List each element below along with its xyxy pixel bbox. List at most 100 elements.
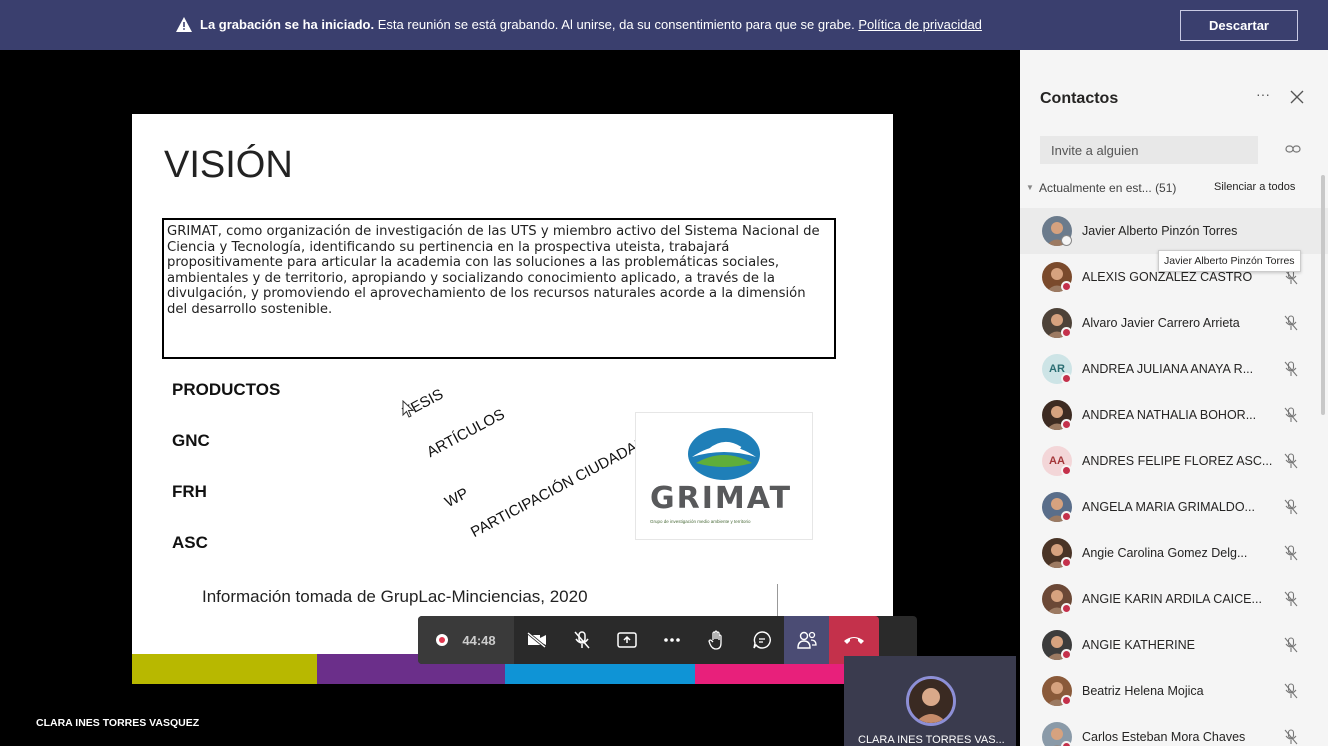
vision-line: propositivamente para articular la acade… [167,255,780,270]
participant-row[interactable]: Alvaro Javier Carrero Arrieta [1020,300,1328,346]
vision-line: ambientales y de territorio, apropiando … [167,270,775,286]
timer-text: 44:48 [462,632,496,648]
label-frh: FRH [172,482,207,501]
rotated-articulos: ARTÍCULOS [424,405,508,461]
share-button[interactable] [604,616,649,664]
participant-name: Beatriz Helena Mojica [1082,684,1204,698]
panel-more-button[interactable]: ··· [1256,86,1276,106]
link-icon[interactable] [1285,142,1301,156]
vision-line: del desarrollo sostenible. [167,301,333,317]
participant-name: ANGIE KATHERINE [1082,638,1195,652]
label-productos: PRODUCTOS [172,380,281,399]
status-badge [1061,695,1072,706]
raise-hand-icon [707,630,722,650]
participant-name: Javier Alberto Pinzón Torres [1082,224,1238,238]
logo-word: GRIMAT [650,481,793,516]
mic-off-icon [1284,729,1298,745]
status-badge [1061,511,1072,522]
mute-all-button[interactable]: Silenciar a todos [1214,181,1295,195]
participant-row[interactable]: Angie Carolina Gomez Delg... [1020,530,1328,576]
participant-name: ANDREA JULIANA ANAYA R... [1082,362,1254,376]
participant-name: Angie Carolina Gomez Delg... [1082,546,1248,560]
raise-hand-button[interactable] [694,616,739,664]
panel-title: Contactos [1040,90,1119,107]
share-screen-icon [616,632,637,648]
status-badge [1061,419,1072,430]
more-actions-button[interactable] [649,616,694,664]
vision-text-box: GRIMAT, como organización de investigaci… [162,218,836,359]
meeting-stage: VISIÓN GRIMAT, como organización de inve… [0,50,1020,746]
participant-row[interactable]: ANGIE KARIN ARDILA CAICE... [1020,576,1328,622]
slide-source: Información tomada de GrupLac-Minciencia… [202,587,588,606]
teams-meeting-window: La grabación se ha iniciado. Esta reunió… [0,0,1328,746]
footer-bar-yellow [132,654,317,684]
mic-off-icon [1284,683,1298,699]
status-badge [1061,465,1072,476]
participant-row[interactable]: AA ANDRES FELIPE FLOREZ ASC... [1020,438,1328,484]
self-avatar [906,676,956,726]
vision-line: Ciencia y Tecnología, identificando su p… [167,239,730,255]
dismiss-button[interactable]: Descartar [1180,10,1298,41]
grimat-logo: GRIMAT Grupo de investigación medio ambi… [635,412,813,540]
participant-row[interactable]: ANGELA MARIA GRIMALDO... [1020,484,1328,530]
panel-scrollbar[interactable] [1321,175,1325,415]
more-icon [663,638,680,642]
status-badge [1061,741,1072,746]
label-asc: ASC [172,533,208,552]
recording-message: La grabación se ha iniciado. Esta reunió… [200,17,982,32]
camera-button[interactable] [514,616,559,664]
status-badge [1061,281,1072,292]
status-badge [1061,373,1072,384]
status-badge [1061,557,1072,568]
privacy-policy-link[interactable]: Política de privacidad [858,17,982,32]
invite-input[interactable] [1040,136,1258,164]
name-tooltip: Javier Alberto Pinzón Torres [1158,250,1301,272]
mic-off-icon [1284,453,1298,469]
presenter-name: CLARA INES TORRES VASQUEZ [36,717,200,729]
participant-name: ALEXIS GONZALEZ CASTRO [1082,270,1253,284]
mic-off-icon [1284,591,1298,607]
participant-name: ANDREA NATHALIA BOHOR... [1082,408,1257,422]
vision-line: GRIMAT, como organización de investigaci… [167,224,820,239]
person-photo-icon [909,679,953,723]
participant-name: ANDRES FELIPE FLOREZ ASC... [1082,454,1273,468]
chat-button[interactable] [739,616,784,664]
grimat-emblem-icon [688,428,760,480]
status-badge [1061,649,1072,660]
mic-button[interactable] [559,616,604,664]
participant-row[interactable]: AR ANDREA JULIANA ANAYA R... [1020,346,1328,392]
participant-list: Javier Alberto Pinzón Torres ALEXIS GONZA… [1020,208,1328,746]
slide-title: VISIÓN [164,144,293,186]
recording-banner: La grabación se ha iniciado. Esta reunió… [0,0,1328,50]
participant-row[interactable]: ANDREA NATHALIA BOHOR... [1020,392,1328,438]
label-gnc: GNC [172,431,210,450]
rotated-wp: WP [442,484,472,511]
recording-message-bold: La grabación se ha iniciado. [200,17,375,32]
in-meeting-section[interactable]: ▼ Actualmente en est... (51) Silenciar a… [1026,181,1316,195]
section-label: Actualmente en est... (51) [1039,181,1177,195]
mic-off-icon [1284,315,1298,331]
mouse-cursor-icon [402,400,414,418]
status-badge [1061,603,1072,614]
chat-icon [752,631,771,649]
mic-off-icon [1284,545,1298,561]
self-video-tile[interactable]: CLARA INES TORRES VAS... [844,656,1016,746]
chevron-down-icon: ▼ [1026,183,1034,192]
participant-row[interactable]: Carlos Esteban Mora Chaves [1020,714,1328,746]
vision-line: divulgación, y promoviendo el aprovecham… [167,286,806,301]
participants-button[interactable] [784,616,829,664]
mic-off-icon [1284,361,1298,377]
participant-row[interactable]: Javier Alberto Pinzón Torres [1020,208,1328,254]
contacts-panel: Contactos ··· ▼ Actualmente en est... (5… [1020,50,1328,746]
self-name: CLARA INES TORRES VAS... [858,734,1005,746]
rotated-participacion: PARTICIPACIÓN CIUDADANA [468,428,659,541]
status-badge [1061,235,1072,246]
participant-name: ANGIE KARIN ARDILA CAICE... [1082,592,1262,606]
meeting-controls: 44:48 [418,616,917,664]
warning-icon [176,17,192,32]
participant-row[interactable]: Beatriz Helena Mojica [1020,668,1328,714]
participant-row[interactable]: ANGIE KATHERINE [1020,622,1328,668]
close-icon[interactable] [1288,88,1306,106]
shared-slide: VISIÓN GRIMAT, como organización de inve… [132,114,893,684]
participant-name: Carlos Esteban Mora Chaves [1082,730,1246,744]
